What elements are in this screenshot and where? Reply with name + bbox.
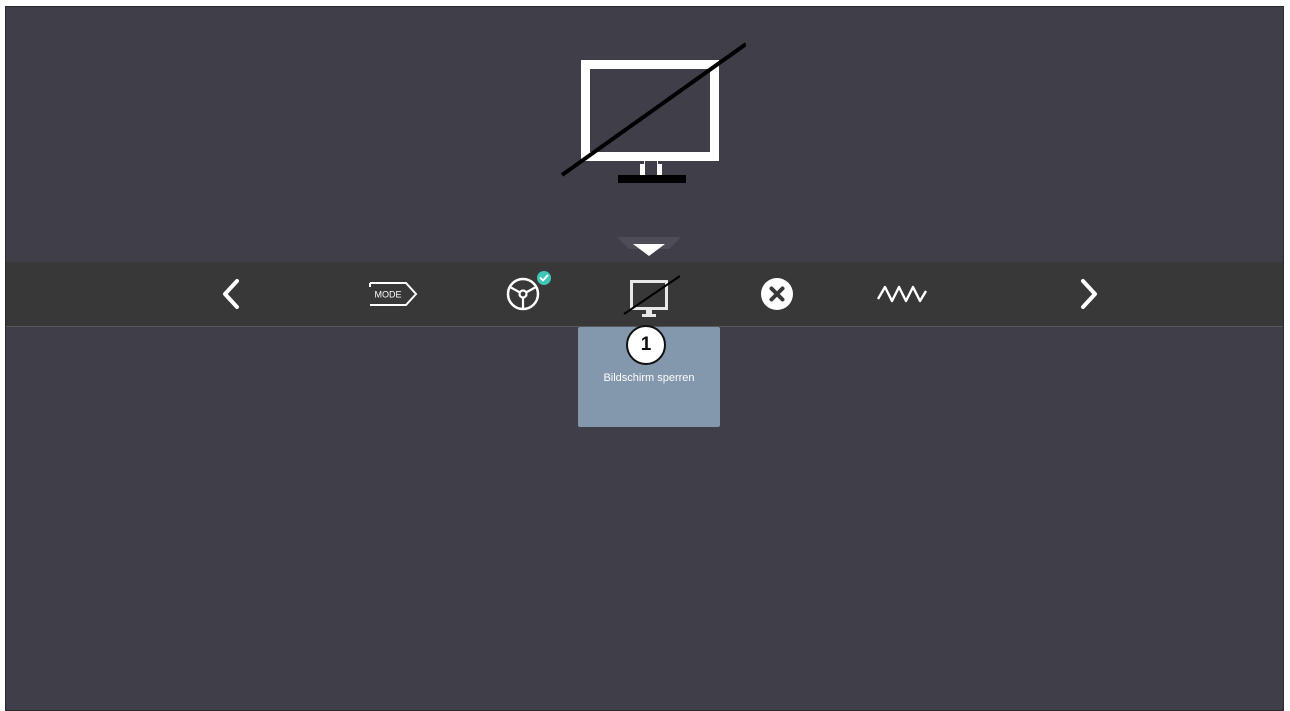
- chevron-right-icon: [1081, 279, 1097, 309]
- check-icon: [539, 274, 549, 282]
- toolbar: MODE: [6, 262, 1283, 327]
- signal-button[interactable]: [872, 262, 932, 326]
- mode-button[interactable]: MODE: [364, 262, 424, 326]
- tile-label: Bildschirm sperren: [603, 372, 695, 384]
- mode-icon: MODE: [369, 282, 418, 306]
- mode-label: MODE: [375, 290, 402, 300]
- screen-locked-icon: [560, 42, 746, 183]
- steering-button[interactable]: [496, 262, 551, 326]
- next-button[interactable]: [1069, 262, 1109, 326]
- cancel-button[interactable]: [754, 262, 800, 326]
- close-circle-icon: [761, 278, 793, 310]
- screen-lock-button[interactable]: [618, 262, 682, 326]
- chevron-left-icon: [223, 279, 239, 309]
- prev-button[interactable]: [211, 262, 251, 326]
- screen-lock-icon: [623, 275, 680, 317]
- zigzag-icon: [876, 285, 928, 303]
- check-badge: [537, 271, 551, 285]
- caret-down-icon: [617, 237, 681, 256]
- app-screen: MODE Bildschirm sperren 1: [5, 6, 1284, 711]
- callout-number: 1: [626, 325, 666, 365]
